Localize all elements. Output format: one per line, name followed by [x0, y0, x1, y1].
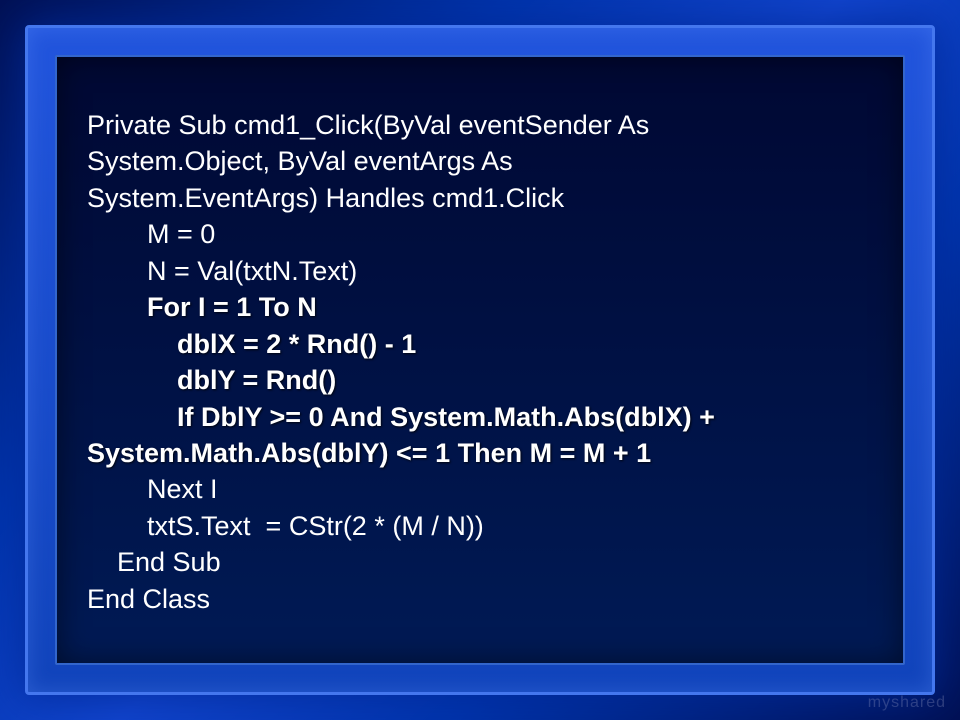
- code-line-10: System.Math.Abs(dblY) <= 1 Then M = M + …: [87, 438, 651, 468]
- slide-inner-frame: Private Sub cmd1_Click(ByVal eventSender…: [55, 55, 905, 665]
- code-line-8: dblY = Rnd(): [87, 365, 336, 395]
- code-line-14: End Class: [87, 584, 210, 614]
- code-line-2: System.Object, ByVal eventArgs As: [87, 146, 513, 176]
- code-line-11: Next I: [87, 474, 218, 504]
- slide-outer-frame: Private Sub cmd1_Click(ByVal eventSender…: [25, 25, 935, 695]
- code-line-5: N = Val(txtN.Text): [87, 256, 357, 286]
- watermark-text: myshared: [868, 694, 946, 712]
- code-line-7: dblX = 2 * Rnd() - 1: [87, 329, 416, 359]
- code-line-6: For I = 1 To N: [87, 292, 317, 322]
- code-line-4: M = 0: [87, 219, 215, 249]
- code-line-12: txtS.Text = CStr(2 * (M / N)): [87, 511, 484, 541]
- code-line-1: Private Sub cmd1_Click(ByVal eventSender…: [87, 110, 649, 140]
- code-line-3: System.EventArgs) Handles cmd1.Click: [87, 183, 564, 213]
- code-block: Private Sub cmd1_Click(ByVal eventSender…: [87, 107, 873, 617]
- code-line-9: If DblY >= 0 And System.Math.Abs(dblX) +: [87, 402, 715, 432]
- code-line-13: End Sub: [87, 547, 221, 577]
